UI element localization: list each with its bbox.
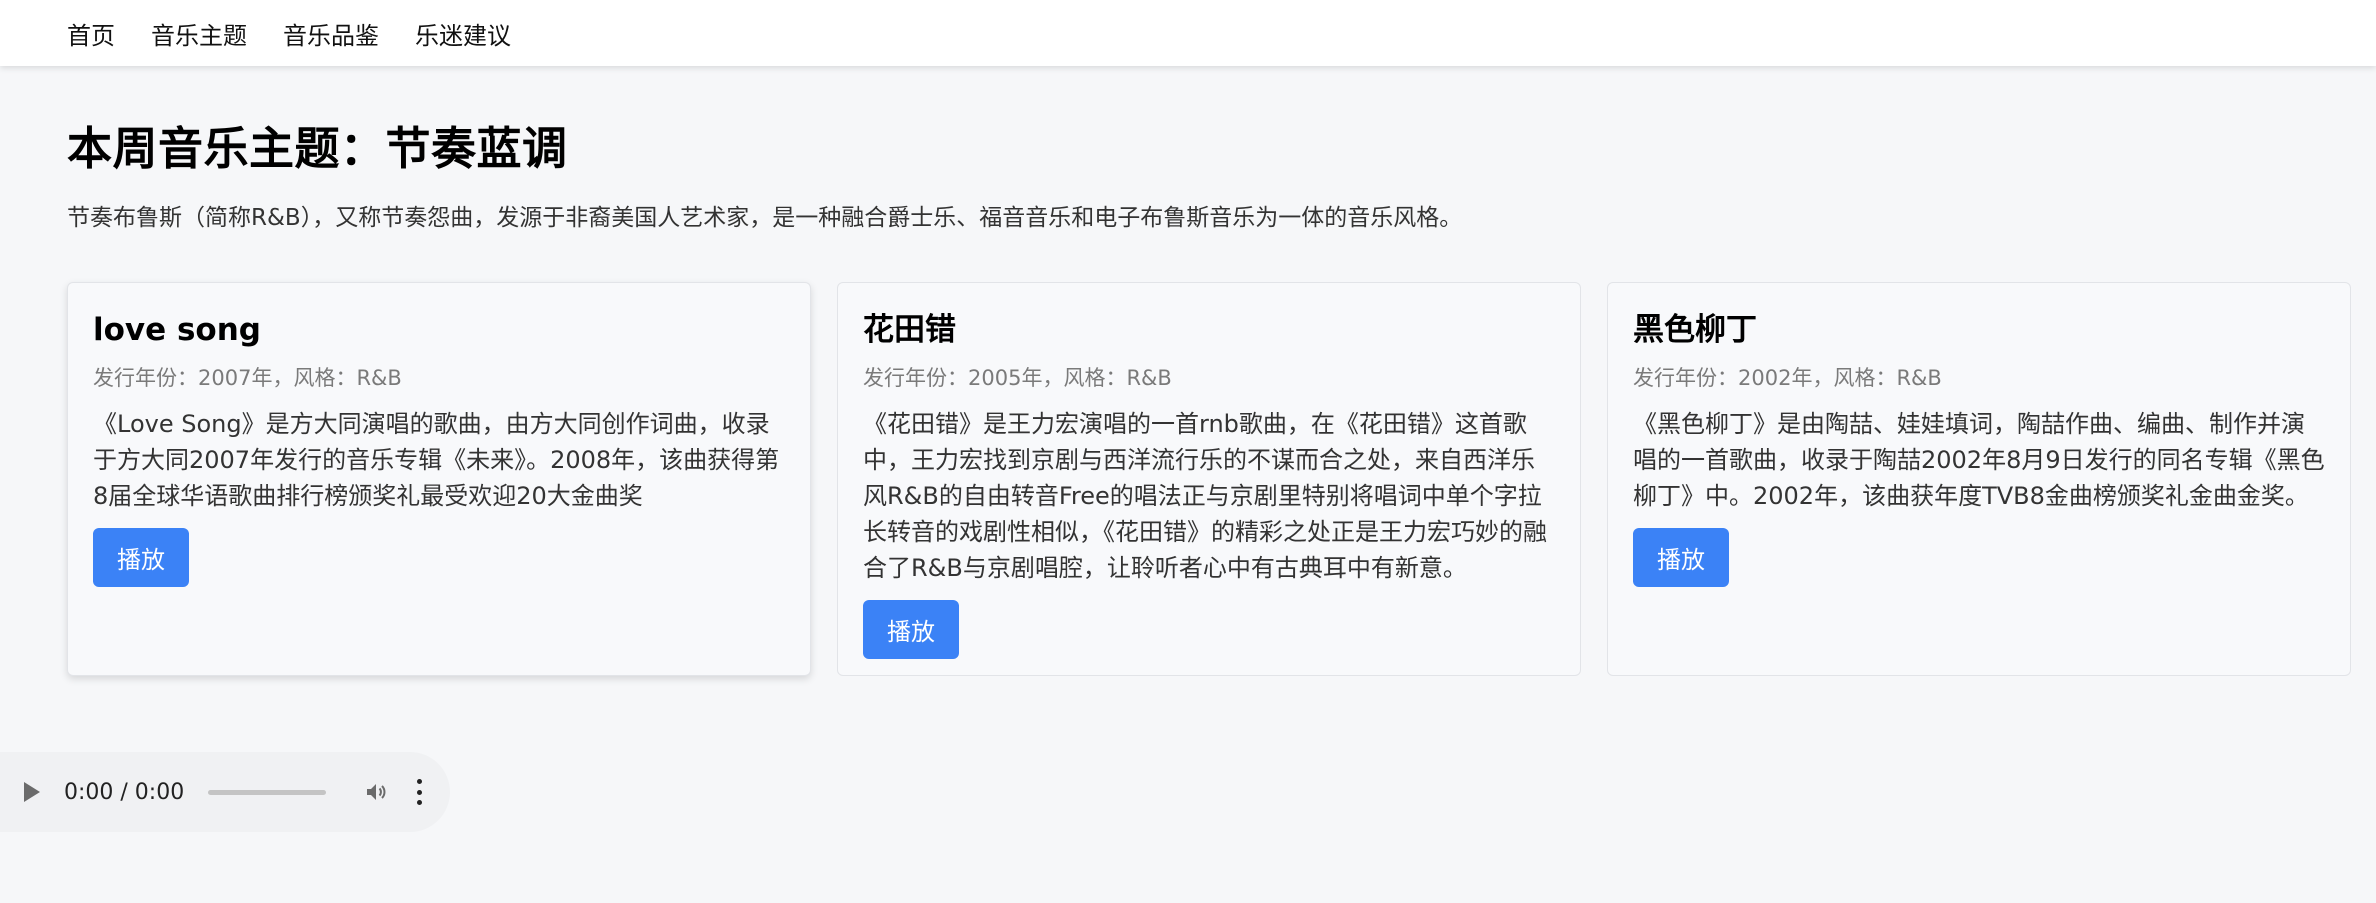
play-button[interactable]: 播放	[93, 527, 189, 587]
top-navbar: 首页 音乐主题 音乐品鉴 乐迷建议	[0, 0, 2376, 66]
play-button[interactable]: 播放	[863, 599, 959, 659]
song-meta: 发行年份：2005年，风格：R&B	[863, 366, 1172, 391]
time-display: 0:00 / 0:00	[64, 779, 185, 805]
page-description: 节奏布鲁斯（简称R&B），又称节奏怨曲，发源于非裔美国人艺术家，是一种融合爵士乐…	[67, 205, 1463, 231]
song-meta: 发行年份：2002年，风格：R&B	[1633, 366, 1942, 391]
audio-player: 0:00 / 0:00	[0, 752, 450, 832]
volume-icon[interactable]	[364, 780, 388, 804]
nav-link-home[interactable]: 首页	[67, 16, 115, 51]
progress-slider[interactable]	[208, 789, 327, 795]
song-title: 黑色柳丁	[1633, 312, 1757, 348]
song-description: 《黑色柳丁》是由陶喆、娃娃填词，陶喆作曲、编曲、制作并演唱的一首歌曲，收录于陶喆…	[1633, 409, 2325, 510]
song-card: love song 发行年份：2007年，风格：R&B 《Love Song》是…	[67, 282, 811, 676]
nav-link-fan-suggestions[interactable]: 乐迷建议	[415, 16, 511, 51]
play-icon[interactable]	[24, 782, 40, 802]
nav-link-music-themes[interactable]: 音乐主题	[151, 16, 247, 51]
nav-link-music-appreciation[interactable]: 音乐品鉴	[283, 16, 379, 51]
page-title: 本周音乐主题：节奏蓝调	[67, 122, 568, 175]
song-card: 黑色柳丁 发行年份：2002年，风格：R&B 《黑色柳丁》是由陶喆、娃娃填词，陶…	[1607, 282, 2351, 676]
song-title: 花田错	[863, 312, 956, 348]
play-button[interactable]: 播放	[1633, 527, 1729, 587]
song-meta: 发行年份：2007年，风格：R&B	[93, 366, 402, 391]
song-title: love song	[93, 312, 261, 348]
more-options-icon[interactable]	[416, 779, 422, 805]
song-description: 《Love Song》是方大同演唱的歌曲，由方大同创作词曲，收录于方大同2007…	[93, 409, 780, 510]
song-card: 花田错 发行年份：2005年，风格：R&B 《花田错》是王力宏演唱的一首rnb歌…	[837, 282, 1581, 676]
song-description: 《花田错》是王力宏演唱的一首rnb歌曲，在《花田错》这首歌中，王力宏找到京剧与西…	[863, 409, 1547, 582]
